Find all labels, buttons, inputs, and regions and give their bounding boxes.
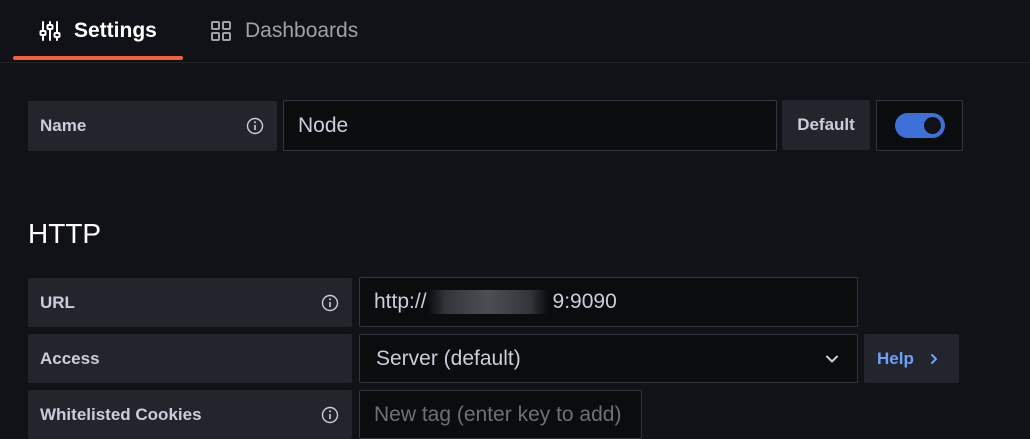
access-label: Access: [28, 334, 352, 383]
url-label: URL: [28, 278, 352, 327]
chevron-down-icon: [826, 355, 838, 362]
tab-dashboards[interactable]: Dashboards: [209, 0, 358, 62]
name-input-value: Node: [298, 113, 349, 137]
name-input[interactable]: Node: [283, 100, 777, 151]
tab-settings[interactable]: Settings: [38, 0, 157, 62]
help-button-label: Help: [877, 348, 914, 368]
access-label-text: Access: [40, 348, 100, 368]
toggle-knob: [924, 117, 941, 134]
info-icon[interactable]: [246, 117, 264, 135]
url-value-suffix: 9:9090: [552, 290, 617, 313]
default-label: Default: [782, 100, 870, 150]
active-tab-indicator: [13, 56, 183, 60]
url-label-text: URL: [40, 292, 75, 312]
cookies-label: Whitelisted Cookies: [28, 390, 352, 439]
access-selected-value: Server (default): [376, 346, 521, 370]
tab-dashboards-label: Dashboards: [245, 19, 359, 42]
cookies-label-text: Whitelisted Cookies: [40, 404, 202, 424]
access-select[interactable]: Server (default): [359, 334, 858, 383]
info-icon[interactable]: [321, 294, 339, 312]
default-toggle-container: [876, 100, 963, 151]
info-icon[interactable]: [321, 406, 339, 424]
help-button[interactable]: Help: [864, 334, 959, 383]
name-label: Name: [28, 101, 277, 151]
section-title-http: HTTP: [28, 218, 102, 249]
name-label-text: Name: [40, 116, 87, 135]
chevron-right-icon: [930, 353, 937, 364]
url-value-prefix: http://: [374, 290, 427, 313]
tab-bar: Settings Dashboards: [0, 0, 1030, 63]
default-label-text: Default: [797, 115, 855, 134]
grid-icon: [211, 21, 231, 41]
tab-settings-label: Settings: [74, 19, 157, 42]
sliders-icon: [39, 21, 61, 41]
redaction-blur: [428, 290, 548, 314]
cookies-tag-input[interactable]: New tag (enter key to add): [359, 390, 642, 439]
cookies-placeholder: New tag (enter key to add): [374, 402, 622, 426]
default-toggle[interactable]: [895, 113, 945, 138]
